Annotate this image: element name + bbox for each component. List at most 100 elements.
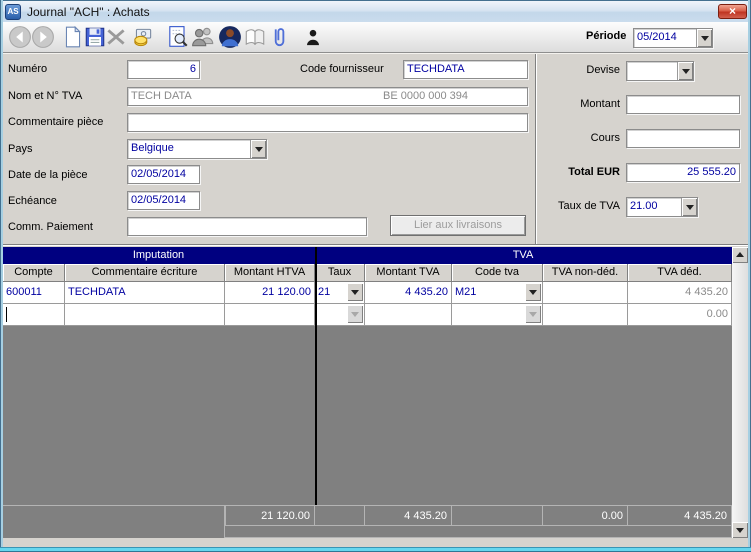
numero-label: Numéro xyxy=(8,63,47,75)
echeance-field[interactable]: 02/05/2014 xyxy=(127,191,200,210)
cell-code-tva[interactable] xyxy=(452,304,543,326)
back-icon[interactable] xyxy=(8,25,32,49)
status-bar xyxy=(3,538,748,547)
cell-tva-non-ded[interactable] xyxy=(543,282,628,304)
taux-cell-dropdown-button xyxy=(347,305,363,323)
commentaire-piece-label: Commentaire pièce xyxy=(8,116,103,128)
supplier-icon[interactable] xyxy=(218,25,242,49)
nom-value: TECH DATA xyxy=(131,90,192,102)
delete-icon[interactable] xyxy=(104,25,128,49)
taux-cell-dropdown-button[interactable] xyxy=(347,283,363,301)
nom-tva-field: TECH DATA BE 0000 000 394 xyxy=(127,87,528,106)
table-row: 600011 TECHDATA 21 120.00 21 4 435.20 M2… xyxy=(3,282,732,304)
lier-aux-livraisons-button[interactable]: Lier aux livraisons xyxy=(390,215,526,236)
periode-value: 05/2014 xyxy=(637,29,694,46)
window-border-bottom xyxy=(0,547,751,552)
taux-tva-value: 21.00 xyxy=(630,198,679,215)
totals-left-cell xyxy=(3,505,225,538)
total-eur-field: 25 555.20 xyxy=(626,163,740,182)
cell-montant-htva[interactable]: 21 120.00 xyxy=(225,282,315,304)
header-montant-tva[interactable]: Montant TVA xyxy=(365,264,452,282)
taux-tva-dropdown-button[interactable] xyxy=(681,198,697,216)
cell-code-tva-value: M21 xyxy=(455,286,476,298)
cell-commentaire[interactable]: TECHDATA xyxy=(65,282,225,304)
cours-field[interactable] xyxy=(626,129,740,148)
taux-tva-combobox[interactable]: 21.00 xyxy=(626,197,698,217)
group-divider-line xyxy=(315,247,317,505)
header-tva-non-ded[interactable]: TVA non-déd. xyxy=(543,264,628,282)
catalog-icon[interactable] xyxy=(243,25,267,49)
pays-dropdown-button[interactable] xyxy=(250,140,266,158)
header-compte[interactable]: Compte xyxy=(3,264,65,282)
payments-icon[interactable] xyxy=(131,25,155,49)
cell-tva-non-ded[interactable] xyxy=(543,304,628,326)
close-button[interactable]: × xyxy=(718,4,747,19)
cell-montant-htva[interactable] xyxy=(225,304,315,326)
cell-code-tva[interactable]: M21 xyxy=(452,282,543,304)
date-piece-label: Date de la pièce xyxy=(8,169,88,181)
montant-field[interactable] xyxy=(626,95,740,114)
cell-tva-ded: 4 435.20 xyxy=(628,282,732,304)
date-piece-field[interactable]: 02/05/2014 xyxy=(127,165,200,184)
forward-icon[interactable] xyxy=(31,25,55,49)
periode-label: Période xyxy=(586,30,626,42)
search-preview-icon[interactable] xyxy=(166,25,190,49)
header-taux[interactable]: Taux xyxy=(315,264,365,282)
pays-combobox[interactable]: Belgique xyxy=(127,139,267,159)
nom-tva-label: Nom et N° TVA xyxy=(8,90,82,102)
numero-field[interactable]: 6 xyxy=(127,60,200,79)
group-tva: TVA xyxy=(315,247,732,264)
group-header-row: Imputation TVA xyxy=(3,247,732,264)
cell-compte[interactable]: 600011 xyxy=(3,282,65,304)
new-document-icon[interactable] xyxy=(61,25,85,49)
scroll-up-button[interactable] xyxy=(732,247,748,263)
toolbar: Période 05/2014 xyxy=(3,22,748,53)
total-code-tva xyxy=(452,505,543,526)
header-commentaire-ecriture[interactable]: Commentaire écriture xyxy=(65,264,225,282)
cell-tva-ded: 0.00 xyxy=(628,304,732,326)
totals-bottom-strip xyxy=(225,526,732,538)
window-border-left xyxy=(0,0,3,552)
title-bar: AS Journal "ACH" : Achats × xyxy=(0,0,751,22)
totals-row: 21 120.00 4 435.20 0.00 4 435.20 xyxy=(225,505,732,526)
cours-label: Cours xyxy=(540,132,620,144)
total-taux xyxy=(315,505,365,526)
comm-paiement-field[interactable] xyxy=(127,217,367,236)
echeance-label: Echéance xyxy=(8,195,57,207)
attachment-icon[interactable] xyxy=(267,25,291,49)
devise-label: Devise xyxy=(540,64,620,76)
total-montant-tva: 4 435.20 xyxy=(365,505,452,526)
periode-dropdown-button[interactable] xyxy=(696,29,712,47)
taux-tva-label: Taux de TVA xyxy=(540,200,620,212)
pays-value: Belgique xyxy=(131,140,248,157)
periode-combobox[interactable]: 05/2014 xyxy=(633,28,713,48)
vertical-scrollbar[interactable] xyxy=(732,247,748,538)
header-code-tva[interactable]: Code tva xyxy=(452,264,543,282)
code-tva-cell-dropdown-button xyxy=(525,305,541,323)
journal-window: AS Journal "ACH" : Achats × xyxy=(0,0,751,552)
scroll-down-button[interactable] xyxy=(732,522,748,538)
table-row: 0.00 xyxy=(3,304,732,326)
user-icon[interactable] xyxy=(301,25,325,49)
cell-commentaire[interactable] xyxy=(65,304,225,326)
code-fournisseur-field[interactable]: TECHDATA xyxy=(403,60,528,79)
cell-taux[interactable]: 21 xyxy=(315,282,365,304)
header-tva-ded[interactable]: TVA déd. xyxy=(628,264,732,282)
devise-dropdown-button[interactable] xyxy=(677,62,693,80)
commentaire-piece-field[interactable] xyxy=(127,113,528,132)
cell-montant-tva[interactable] xyxy=(365,304,452,326)
header-montant-htva[interactable]: Montant HTVA xyxy=(225,264,315,282)
code-tva-cell-dropdown-button[interactable] xyxy=(525,283,541,301)
app-icon: AS xyxy=(5,4,21,20)
form-table-separator xyxy=(3,244,748,246)
cell-taux[interactable] xyxy=(315,304,365,326)
cell-taux-value: 21 xyxy=(318,286,330,298)
contacts-icon[interactable] xyxy=(191,25,215,49)
devise-combobox[interactable] xyxy=(626,61,694,81)
text-caret xyxy=(6,307,7,322)
cell-compte[interactable] xyxy=(3,304,65,326)
form-vertical-separator xyxy=(535,54,537,244)
cell-montant-tva[interactable]: 4 435.20 xyxy=(365,282,452,304)
column-header-row: Compte Commentaire écriture Montant HTVA… xyxy=(3,264,732,282)
code-fournisseur-label: Code fournisseur xyxy=(300,63,384,75)
